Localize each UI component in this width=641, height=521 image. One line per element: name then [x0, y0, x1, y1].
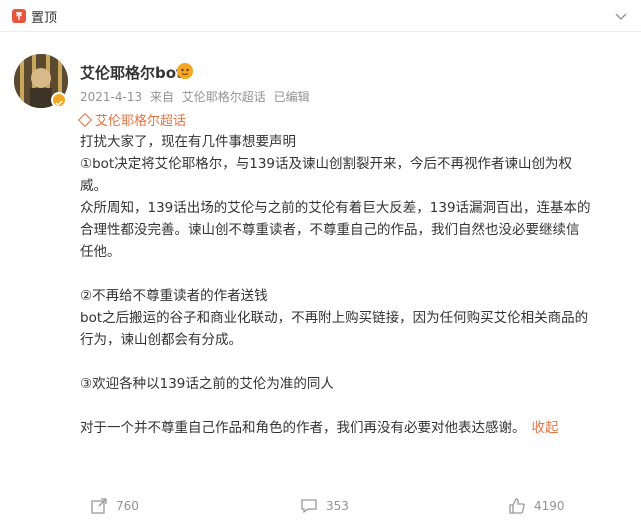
- diamond-icon: [77, 112, 93, 128]
- content-line: 任他。: [80, 244, 121, 260]
- post-header-bar: 置顶: [0, 0, 641, 32]
- content-line: 对于一个并不尊重自己作品和角色的作者，我们再没有必要对他表达感谢。: [80, 420, 526, 436]
- source-prefix: 来自: [149, 90, 174, 104]
- content-line: 众所周知，139话出场的艾伦与之前的艾伦有着巨大反差，139话漏洞百出，连基本的: [80, 200, 591, 216]
- repost-icon: [91, 498, 107, 514]
- like-button[interactable]: 4190: [508, 494, 565, 518]
- repost-count: 760: [116, 499, 139, 513]
- content-line: ③欢迎各种以139话之前的艾伦为准的同人: [80, 376, 334, 392]
- topic-link[interactable]: 艾伦耶格尔超话: [77, 110, 187, 129]
- repost-button[interactable]: 760: [90, 494, 139, 518]
- comment-count: 353: [326, 499, 349, 513]
- vip-emoji-icon: [177, 63, 193, 79]
- post-date[interactable]: 2021-4-13: [80, 90, 142, 104]
- content-line: bot之后搬运的谷子和商业化联动，不再附上购买链接，因为任何购买艾伦相关商品的: [80, 310, 589, 326]
- post-source[interactable]: 艾伦耶格尔超话: [182, 90, 266, 104]
- pinned-label: 置顶: [31, 11, 58, 26]
- post-content: 打扰大家了，现在有几件事想要声明 ①bot决定将艾伦耶格尔，与139话及谏山创割…: [80, 131, 632, 439]
- pin-icon: [12, 9, 26, 23]
- topic-label: 艾伦耶格尔超话: [95, 114, 187, 129]
- content-line-last: 对于一个并不尊重自己作品和角色的作者，我们再没有必要对他表达感谢。 收起: [80, 417, 632, 439]
- like-count: 4190: [534, 499, 565, 513]
- content-line: 合理性都没完善。谏山创不尊重读者，不尊重自己的作品，我们自然也没必要继续信: [80, 222, 580, 238]
- collapse-button[interactable]: 收起: [532, 420, 559, 436]
- content-line: ①bot决定将艾伦耶格尔，与139话及谏山创割裂开来，今后不再视作者谏山创为权: [80, 156, 572, 172]
- comment-icon: [301, 499, 317, 514]
- action-bar: 760 353 4190: [0, 494, 641, 518]
- content-line: 打扰大家了，现在有几件事想要声明: [80, 134, 296, 150]
- content-line: ②不再给不尊重读者的作者送钱: [80, 288, 268, 304]
- username[interactable]: 艾伦耶格尔bot: [80, 62, 183, 83]
- comment-button[interactable]: 353: [300, 494, 349, 518]
- chevron-down-icon[interactable]: [613, 8, 629, 24]
- post-meta: 2021-4-13 来自 艾伦耶格尔超话 已编辑: [80, 88, 310, 105]
- edited-label: 已编辑: [273, 90, 310, 104]
- thumbs-up-icon: [509, 498, 525, 514]
- content-line: 行为，谏山创都会有分成。: [80, 332, 242, 348]
- verified-badge-icon: [51, 92, 67, 108]
- content-line: 威。: [80, 178, 107, 194]
